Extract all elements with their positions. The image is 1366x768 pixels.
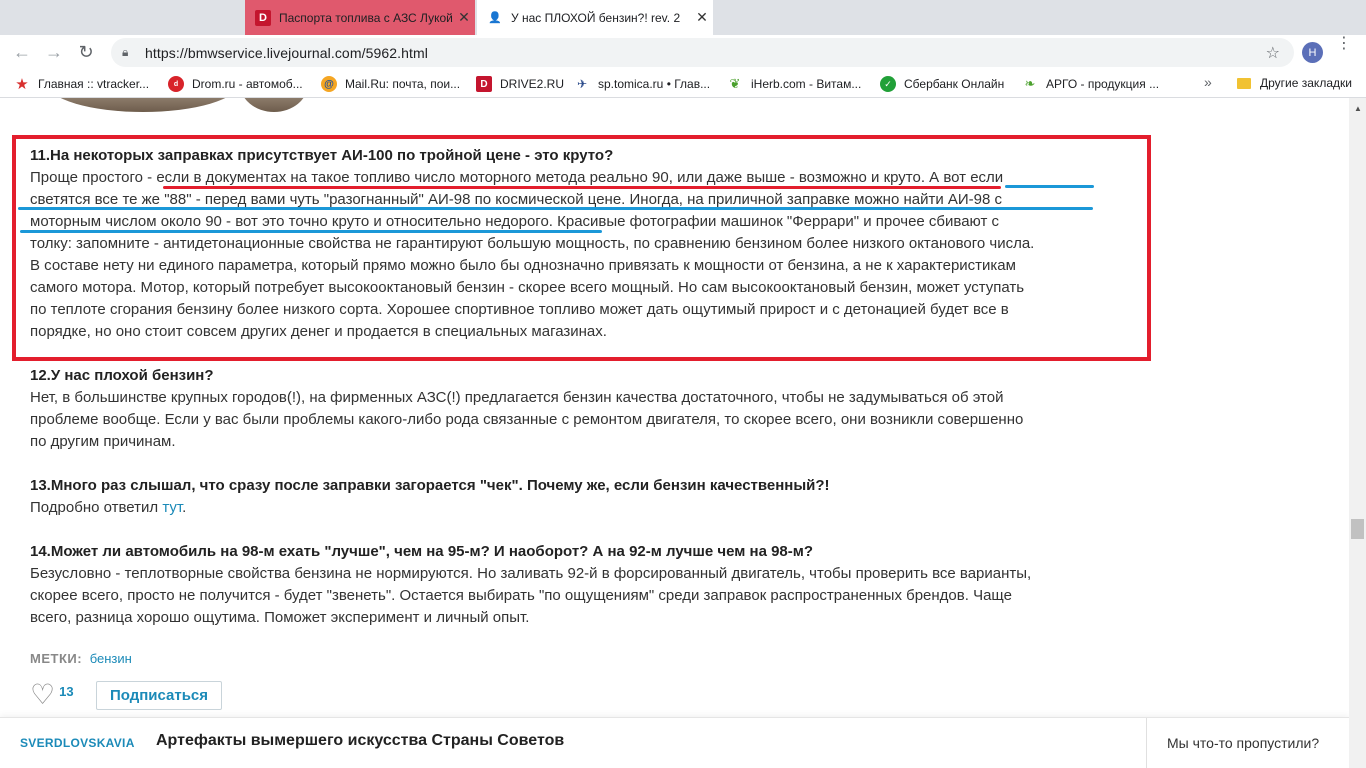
bookmarks-bar: ★ Главная :: vtracker... d Drom.ru - авт…	[0, 70, 1366, 98]
forward-arrow-icon[interactable]: →	[38, 37, 70, 69]
iherb-icon: ❦	[729, 76, 741, 91]
page-content: 11.На некоторых заправках присутствует А…	[0, 98, 1349, 768]
bookmark-label: АРГО - продукция ...	[1046, 77, 1160, 91]
bookmark-sberbank[interactable]: ✓ Сбербанк Онлайн	[880, 76, 1004, 92]
bookmark-iherb[interactable]: ❦ iHerb.com - Витам...	[727, 76, 862, 92]
tab-close-icon[interactable]: ✕	[691, 9, 713, 26]
mailru-icon: @	[321, 76, 337, 92]
answer-line: светятся все те же "88" - перед вами чут…	[30, 191, 1003, 208]
address-bar[interactable]: 🔒︎ https://bmwservice.livejournal.com/59…	[111, 38, 1294, 67]
subscribe-button[interactable]: Подписаться	[96, 681, 222, 710]
other-bookmarks-label: Другие закладки	[1260, 76, 1352, 90]
answer-line: Нет, в большинстве крупных городов(!), н…	[30, 389, 1004, 406]
heart-icon[interactable]: ♡	[30, 681, 55, 709]
question-title: 11.На некоторых заправках присутствует А…	[30, 147, 614, 164]
drom-icon: d	[168, 76, 184, 92]
chrome-menu-icon[interactable]: ⋮	[1334, 36, 1354, 52]
reload-icon[interactable]: ↻	[70, 37, 102, 69]
faq-item-12: 12.У нас плохой бензин? Нет, в большинст…	[30, 365, 1125, 453]
profile-avatar[interactable]: Н	[1302, 42, 1323, 63]
bookmark-label: Mail.Ru: почта, пои...	[345, 77, 461, 91]
answer-line: всего, разница хорошо ощутима. Поможет э…	[30, 609, 530, 626]
page-scrollbar[interactable]	[1349, 98, 1366, 768]
bookmark-label: sp.tomica.ru • Глав...	[598, 77, 711, 91]
feedback-link[interactable]: Мы что-то пропустили?	[1167, 735, 1319, 751]
tab-title: У нас ПЛОХОЙ бензин?! rev. 2	[511, 10, 681, 25]
post-tags: МЕТКИ: бензин	[30, 651, 132, 666]
folder-icon	[1237, 77, 1251, 89]
livejournal-user-icon: 👤	[488, 12, 502, 24]
answer-text: .	[182, 499, 187, 516]
answer-line: Подробно ответил тут.	[30, 497, 1125, 519]
bookmark-drom[interactable]: d Drom.ru - автомоб...	[168, 76, 303, 92]
article-photo	[240, 98, 308, 112]
answer-line: скорее всего, просто не получится - буде…	[30, 587, 1012, 604]
tab-bad-gasoline[interactable]: 👤 У нас ПЛОХОЙ бензин?! rev. 2 ✕	[477, 0, 713, 35]
browser-toolbar: ← → ↻ 🔒︎ https://bmwservice.livejournal.…	[0, 35, 1366, 70]
scrollbar-thumb[interactable]	[1351, 519, 1364, 539]
answer-text: Подробно ответил	[30, 499, 163, 516]
answer-line: самого мотора. Мотор, который потребует …	[30, 279, 1025, 296]
more-bookmarks-icon[interactable]: »	[1204, 74, 1212, 90]
answer-line: по теплоте сгорания бензину более низког…	[30, 301, 1009, 318]
drive2-icon: D	[476, 76, 492, 92]
tab-strip: D Паспорта топлива с АЗС Лукойл ✕ 👤 У на…	[0, 0, 1366, 35]
answer-line: Безусловно - теплотворные свойства бензи…	[30, 565, 1032, 582]
answer-line: Проще простого - если в документах на та…	[30, 169, 1004, 186]
bookmark-tomica[interactable]: ✈ sp.tomica.ru • Глав...	[574, 76, 710, 92]
answer-line: толку: запомните - антидетонационные сво…	[30, 235, 1035, 252]
bookmark-mailru[interactable]: @ Mail.Ru: почта, пои...	[321, 76, 460, 92]
back-arrow-icon[interactable]: ←	[6, 37, 38, 69]
bookmark-label: Drom.ru - автомоб...	[192, 77, 303, 91]
tags-label: МЕТКИ:	[30, 651, 83, 666]
scroll-up-arrow-icon[interactable]: ▲	[1354, 104, 1362, 113]
tab-title: Паспорта топлива с АЗС Лукойл	[279, 10, 453, 25]
question-title: 13.Много раз слышал, что сразу после зап…	[30, 477, 830, 494]
answer-line: проблеме вообще. Если у вас были проблем…	[30, 411, 1024, 428]
tomica-icon: ✈	[576, 77, 588, 91]
sberbank-icon: ✓	[880, 76, 896, 92]
journal-name-link[interactable]: SVERDLOVSKAVIA	[20, 736, 135, 750]
bookmark-label: DRIVE2.RU	[500, 77, 565, 91]
tab-lukoil-passports[interactable]: D Паспорта топлива с АЗС Лукойл ✕	[245, 0, 475, 35]
lock-icon[interactable]: 🔒︎	[122, 45, 136, 60]
bookmark-drive2[interactable]: D DRIVE2.RU	[476, 76, 564, 92]
recommendation-bar: SVERDLOVSKAVIA Артефакты вымершего искус…	[0, 717, 1349, 768]
bookmark-label: Сбербанк Онлайн	[904, 77, 1005, 91]
recommended-post-title[interactable]: Артефакты вымершего искусства Страны Сов…	[156, 732, 564, 750]
like-button[interactable]: ♡ 13	[30, 681, 74, 709]
bookmark-vtracker[interactable]: ★ Главная :: vtracker...	[14, 76, 150, 93]
divider	[1146, 718, 1147, 768]
red-star-icon: ★	[15, 76, 29, 93]
other-bookmarks[interactable]: Другие закладки	[1237, 76, 1352, 90]
bookmark-label: Главная :: vtracker...	[38, 77, 150, 91]
answer-line: по другим причинам.	[30, 433, 176, 450]
answer-line: моторным числом около 90 - вот это точно…	[30, 213, 999, 230]
answer-link[interactable]: тут	[162, 499, 182, 516]
argo-leaf-icon: ❧	[1024, 76, 1036, 91]
question-title: 14.Может ли автомобиль на 98-м ехать "лу…	[30, 543, 814, 560]
faq-item-14: 14.Может ли автомобиль на 98-м ехать "лу…	[30, 541, 1125, 629]
faq-item-13: 13.Много раз слышал, что сразу после зап…	[30, 475, 1125, 519]
answer-line: порядке, но оно стоит совсем других дене…	[30, 323, 607, 340]
bookmark-star-icon[interactable]: ☆	[1266, 43, 1280, 63]
like-count: 13	[59, 683, 74, 699]
drive2-favicon-icon: D	[255, 9, 271, 26]
answer-line: В составе нету ни единого параметра, кот…	[30, 257, 1016, 274]
article-photo	[48, 98, 238, 112]
bookmark-label: iHerb.com - Витам...	[751, 77, 862, 91]
bookmark-argo[interactable]: ❧ АРГО - продукция ...	[1022, 76, 1160, 92]
question-title: 12.У нас плохой бензин?	[30, 367, 214, 384]
tab-close-icon[interactable]: ✕	[453, 9, 475, 26]
faq-item-11: 11.На некоторых заправках присутствует А…	[30, 145, 1125, 343]
tag-link[interactable]: бензин	[90, 651, 132, 666]
url-text[interactable]: https://bmwservice.livejournal.com/5962.…	[145, 45, 428, 61]
